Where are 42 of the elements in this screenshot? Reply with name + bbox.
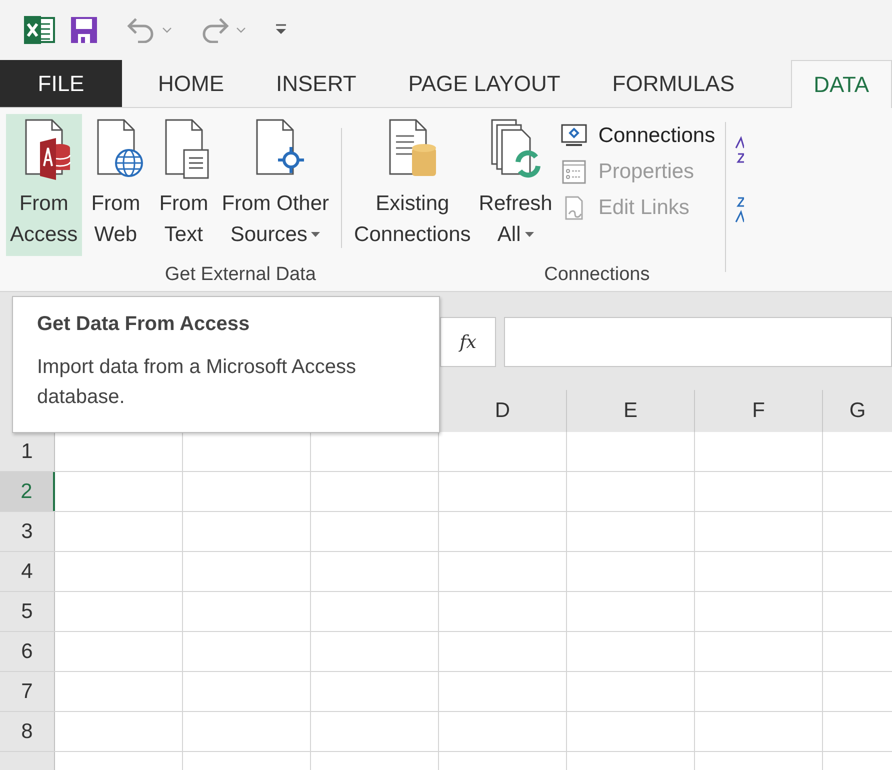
column-header[interactable]: F (695, 390, 823, 432)
ribbon-tab[interactable]: INSERT (256, 60, 376, 107)
monitor-icon (560, 123, 588, 149)
ribbon-button[interactable]: From Text (150, 114, 218, 256)
row-header[interactable]: 1 (0, 432, 55, 471)
redo-icon[interactable] (200, 17, 230, 43)
sort-icon[interactable] (734, 134, 744, 224)
row-header[interactable]: 4 (0, 552, 55, 591)
customize-toolbar-icon[interactable] (274, 24, 288, 36)
properties-list-icon (560, 159, 588, 185)
row-header[interactable]: 8 (0, 712, 55, 751)
ribbon-button[interactable]: Refresh All (474, 114, 556, 256)
ribbon-button[interactable]: From Web (82, 114, 150, 256)
ribbon-button[interactable]: From Other Sources (218, 114, 334, 256)
group-label: Get External Data (164, 264, 317, 286)
ribbon-button[interactable]: Existing Connections (350, 114, 475, 256)
undo-icon[interactable] (126, 17, 156, 43)
ribbon-tab[interactable]: FILE (0, 60, 122, 107)
row-header[interactable]: 3 (0, 512, 55, 551)
save-icon[interactable] (70, 16, 98, 44)
column-header[interactable]: G (823, 390, 892, 432)
row-header[interactable]: 6 (0, 632, 55, 671)
tooltip-title: Get Data From Access (37, 313, 251, 336)
ribbon-tab[interactable]: HOME (138, 60, 244, 107)
spreadsheet-app-icon (22, 15, 56, 45)
caret-icon (524, 232, 534, 237)
caret-icon (311, 232, 320, 237)
formula-input[interactable] (504, 317, 892, 367)
caret-icon[interactable] (162, 27, 172, 33)
group-label: Connections (543, 264, 651, 286)
ribbon-tab[interactable]: DATA (790, 60, 892, 108)
column-header[interactable]: E (567, 390, 695, 432)
row-header[interactable]: 2 (0, 472, 55, 511)
tooltip-text: Import data from a Microsoft Access database. (37, 355, 357, 410)
ribbon-small-button[interactable]: Connections (556, 120, 720, 152)
ribbon-tab[interactable]: FORMULAS (592, 60, 755, 107)
row-header[interactable]: 5 (0, 592, 55, 631)
ribbon-button[interactable]: From Access (6, 114, 82, 256)
row-header[interactable]: 7 (0, 672, 55, 711)
insert-function-button[interactable]: fx (440, 317, 496, 367)
caret-icon[interactable] (236, 27, 246, 33)
ribbon-tab[interactable]: PAGE LAYOUT (388, 60, 580, 107)
